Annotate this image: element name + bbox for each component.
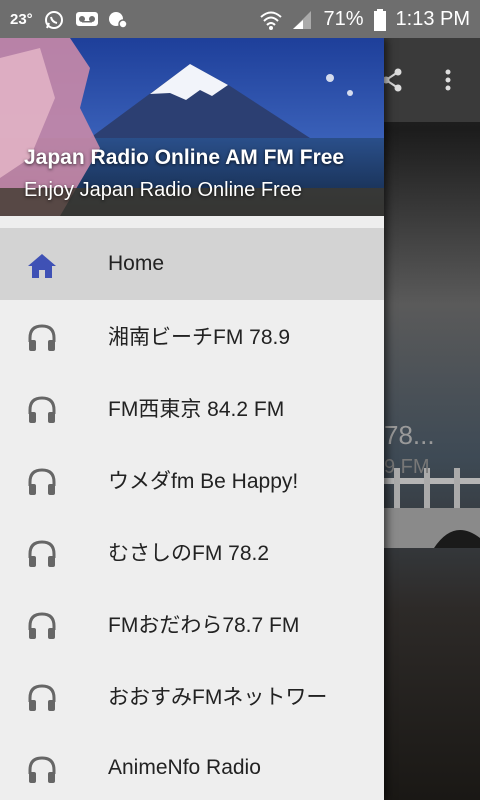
battery-icon <box>373 9 386 31</box>
headphones-icon <box>26 682 58 714</box>
drawer-title: Japan Radio Online AM FM Free <box>24 146 345 169</box>
headphones-icon <box>26 322 58 354</box>
menu-item-label: Home <box>108 252 165 275</box>
menu-item-station[interactable]: FM西東京 84.2 FM <box>0 372 384 444</box>
wifi-icon <box>259 9 283 30</box>
headphones-icon <box>26 754 58 786</box>
menu-item-station[interactable]: 湘南ビーチFM 78.9 <box>0 300 384 372</box>
drawer-menu: Home 湘南ビーチFM 78.9 FM西東京 84.2 FM ウメダfm Be… <box>0 228 384 800</box>
weather-icon <box>107 9 129 29</box>
background-station-sub: 9 FM <box>384 456 430 478</box>
menu-item-station[interactable]: ウメダfm Be Happy! <box>0 444 384 516</box>
menu-item-station[interactable]: AnimeNfo Radio <box>0 732 384 800</box>
menu-item-home[interactable]: Home <box>0 228 384 300</box>
menu-item-station[interactable]: おおすみFMネットワー <box>0 660 384 732</box>
overflow-menu-icon[interactable] <box>434 66 462 94</box>
menu-item-label: おおすみFMネットワー <box>108 686 328 709</box>
status-bar: 23° 71% 1:13 PM <box>0 0 480 38</box>
menu-item-label: AnimeNfo Radio <box>108 756 261 779</box>
headphones-icon <box>26 538 58 570</box>
menu-item-label: むさしのFM 78.2 <box>108 542 270 565</box>
menu-item-label: ウメダfm Be Happy! <box>108 470 299 493</box>
battery-percent: 71% <box>323 7 364 30</box>
menu-item-station[interactable]: むさしのFM 78.2 <box>0 516 384 588</box>
temperature: 23° <box>10 10 33 28</box>
background-station-name: 78... <box>384 420 435 450</box>
signal-icon <box>291 9 313 29</box>
headphones-icon <box>26 610 58 642</box>
home-icon <box>26 250 58 282</box>
whatsapp-icon <box>43 9 65 29</box>
drawer-subtitle: Enjoy Japan Radio Online Free <box>24 179 302 201</box>
menu-item-station[interactable]: FMおだわら78.7 FM <box>0 588 384 660</box>
menu-item-label: FM西東京 84.2 FM <box>108 398 285 421</box>
clock: 1:13 PM <box>395 7 470 30</box>
drawer-header: Japan Radio Online AM FM Free Enjoy Japa… <box>0 38 384 216</box>
headphones-icon <box>26 466 58 498</box>
menu-item-label: 湘南ビーチFM 78.9 <box>108 326 291 349</box>
voicemail-icon <box>75 9 98 29</box>
headphones-icon <box>26 394 58 426</box>
navigation-drawer: Japan Radio Online AM FM Free Enjoy Japa… <box>0 38 384 800</box>
menu-item-label: FMおだわら78.7 FM <box>108 614 300 637</box>
